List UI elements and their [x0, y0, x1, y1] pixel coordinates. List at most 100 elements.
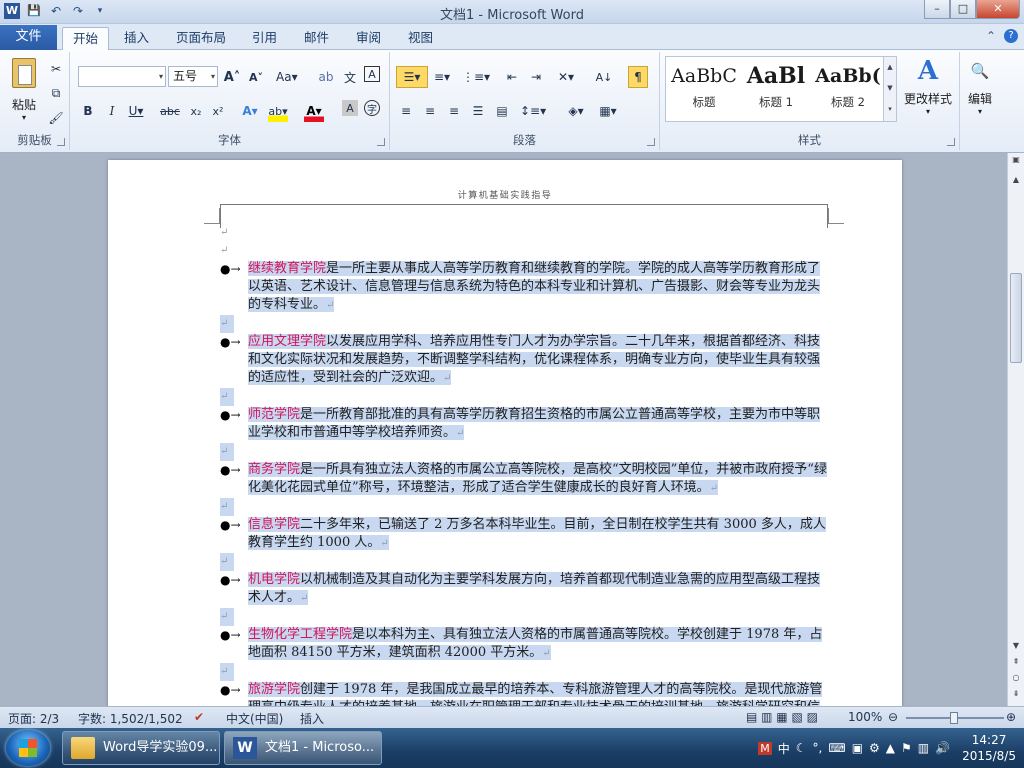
ime-mode[interactable]: 中: [778, 740, 790, 757]
shrink-font-icon[interactable]: A˅: [246, 66, 266, 88]
copy-icon[interactable]: ⧉: [46, 82, 66, 104]
show-hidden-icons-icon[interactable]: ▲: [886, 741, 895, 755]
scroll-thumb[interactable]: [1010, 273, 1022, 363]
maximize-button[interactable]: □: [950, 0, 976, 19]
paste-button[interactable]: 粘贴 ▾: [6, 56, 42, 122]
list-item[interactable]: ●→ 师范学院是一所教育部批准的具有高等学历教育招生资格的市属公立普通高等学校，…: [220, 406, 830, 443]
change-case-icon[interactable]: Aa▾: [276, 66, 298, 88]
underline-icon[interactable]: U▾: [126, 100, 146, 122]
increase-indent-icon[interactable]: ⇥: [526, 66, 546, 88]
collapse-ribbon-icon[interactable]: ⌃: [986, 29, 996, 43]
network-icon[interactable]: ▥: [918, 741, 929, 755]
line-spacing-icon[interactable]: ↕≡▾: [520, 100, 546, 122]
tray-app-icon[interactable]: ▣: [852, 741, 863, 755]
align-left-icon[interactable]: ≡: [396, 100, 416, 122]
browse-object-icon[interactable]: ○: [1008, 673, 1024, 682]
ime-logo-icon[interactable]: M: [758, 741, 772, 755]
distributed-icon[interactable]: ▤: [492, 100, 512, 122]
paragraph-launcher[interactable]: [647, 138, 655, 146]
sort-icon[interactable]: A↓: [594, 66, 614, 88]
document-body[interactable]: ↵ ↵ ●→ 继续教育学院是一所主要从事成人高等学历教育和继续教育的学院。学院的…: [220, 224, 830, 706]
scroll-up-icon[interactable]: ▲: [1008, 175, 1024, 184]
tab-mailings[interactable]: 邮件: [294, 27, 339, 50]
language[interactable]: 中文(中国): [226, 710, 283, 727]
styles-launcher[interactable]: [947, 138, 955, 146]
grow-font-icon[interactable]: A˄: [222, 66, 242, 88]
zoom-slider[interactable]: [906, 712, 1004, 724]
multilevel-list-icon[interactable]: ⋮≡▾: [462, 66, 490, 88]
align-center-icon[interactable]: ≡: [420, 100, 440, 122]
font-name-combo[interactable]: ▾: [78, 66, 166, 87]
list-item[interactable]: ●→ 应用文理学院以发展应用学科、培养应用性专门人才为办学宗旨。二十几年来，根据…: [220, 333, 830, 388]
halfwidth-moon-icon[interactable]: ☾: [796, 741, 807, 755]
decrease-indent-icon[interactable]: ⇤: [502, 66, 522, 88]
minimize-button[interactable]: –: [924, 0, 950, 19]
text-effects-icon[interactable]: A▾: [240, 100, 260, 122]
insert-mode[interactable]: 插入: [300, 710, 324, 727]
punctuation-icon[interactable]: °,: [813, 741, 823, 755]
ruler-toggle-icon[interactable]: ▣: [1008, 155, 1024, 164]
font-launcher[interactable]: [377, 138, 385, 146]
tab-home[interactable]: 开始: [62, 27, 110, 51]
style-heading-2[interactable]: AaBb( 标题 2: [812, 59, 884, 119]
cut-icon[interactable]: ✂: [46, 58, 66, 80]
zoom-in-icon[interactable]: ⊕: [1006, 710, 1016, 724]
clipboard-launcher[interactable]: [57, 138, 65, 146]
enclose-char-icon[interactable]: 字: [364, 100, 380, 116]
borders-icon[interactable]: ▦▾: [598, 100, 618, 122]
clear-format-icon[interactable]: ab: [316, 66, 336, 88]
flag-icon[interactable]: ⚑: [901, 741, 912, 755]
styles-gallery-scroll[interactable]: ▲ ▼ ▾: [883, 57, 896, 121]
word-count[interactable]: 字数: 1,502/1,502: [78, 710, 183, 727]
justify-icon[interactable]: ☰: [468, 100, 488, 122]
view-buttons[interactable]: ▤ ▥ ▦ ▧ ▨: [746, 710, 818, 724]
prev-page-icon[interactable]: ⇞: [1008, 657, 1024, 666]
highlight-icon[interactable]: ab▾: [268, 100, 288, 122]
zoom-thumb[interactable]: [950, 712, 958, 724]
font-color-icon[interactable]: A▾: [304, 100, 324, 122]
list-item[interactable]: ●→ 商务学院是一所具有独立法人资格的市属公立高等院校，是高校“文明校园”单位，…: [220, 461, 830, 498]
list-item[interactable]: ●→ 信息学院二十多年来，已输送了 2 万多名本科毕业生。目前，全日制在校学生共…: [220, 516, 830, 553]
align-right-icon[interactable]: ≡: [444, 100, 464, 122]
next-page-icon[interactable]: ⇟: [1008, 689, 1024, 698]
vertical-scrollbar[interactable]: ▣ ▲ ▼ ⇞ ○ ⇟: [1007, 153, 1024, 706]
zoom-level[interactable]: 100%: [848, 710, 882, 724]
style-title[interactable]: AaBbC 标题: [668, 59, 740, 119]
bullets-icon[interactable]: ☰▾: [396, 66, 428, 88]
clock[interactable]: 14:27 2015/8/5: [962, 732, 1016, 764]
bold-icon[interactable]: B: [78, 100, 98, 122]
help-icon[interactable]: ?: [1004, 29, 1018, 43]
char-shading-icon[interactable]: A: [342, 100, 358, 116]
start-button[interactable]: [6, 730, 50, 766]
tab-file[interactable]: 文件: [0, 25, 57, 50]
page-count[interactable]: 页面: 2/3: [8, 710, 59, 727]
scroll-down-icon[interactable]: ▼: [1008, 641, 1024, 650]
proofing-icon[interactable]: ✔: [194, 710, 204, 724]
strikethrough-icon[interactable]: abc: [160, 100, 180, 122]
font-size-combo[interactable]: 五号 ▾: [168, 66, 218, 87]
change-styles-button[interactable]: A 更改样式 ▾: [900, 56, 956, 122]
tab-review[interactable]: 审阅: [346, 27, 391, 50]
tab-page-layout[interactable]: 页面布局: [166, 27, 236, 50]
document-page[interactable]: 计算机基础实践指导 ↵ ↵ ●→ 继续教育学院是一所主要从事成人高等学历教育和继…: [108, 160, 902, 706]
italic-icon[interactable]: I: [102, 100, 122, 122]
editing-button[interactable]: 🔍 编辑 ▾: [960, 56, 1000, 122]
subscript-icon[interactable]: x₂: [186, 100, 206, 122]
taskbar-item[interactable]: W 文档1 - Microso...: [224, 731, 382, 765]
tab-view[interactable]: 视图: [398, 27, 443, 50]
list-item[interactable]: ●→ 旅游学院创建于 1978 年，是我国成立最早的培养本、专科旅游管理人才的高…: [220, 681, 830, 706]
tab-insert[interactable]: 插入: [114, 27, 159, 50]
settings-icon[interactable]: ⚙: [869, 741, 880, 755]
zoom-out-icon[interactable]: ⊖: [888, 710, 898, 724]
list-item[interactable]: ●→ 机电学院以机械制造及其自动化为主要学科发展方向，培养首都现代制造业急需的应…: [220, 571, 830, 608]
chinese-layout-icon[interactable]: ✕▾: [556, 66, 576, 88]
shading-icon[interactable]: ◈▾: [566, 100, 586, 122]
volume-icon[interactable]: 🔊: [935, 741, 950, 755]
superscript-icon[interactable]: x²: [208, 100, 228, 122]
show-marks-icon[interactable]: ¶: [628, 66, 648, 88]
taskbar-item[interactable]: Word导学实验09...: [62, 731, 220, 765]
style-heading-1[interactable]: AaBl 标题 1: [740, 59, 812, 119]
tab-references[interactable]: 引用: [242, 27, 287, 50]
phonetic-guide-icon[interactable]: 文: [340, 66, 360, 88]
list-item[interactable]: ●→ 生物化学工程学院是以本科为主、具有独立法人资格的市属普通高等院校。学校创建…: [220, 626, 830, 663]
